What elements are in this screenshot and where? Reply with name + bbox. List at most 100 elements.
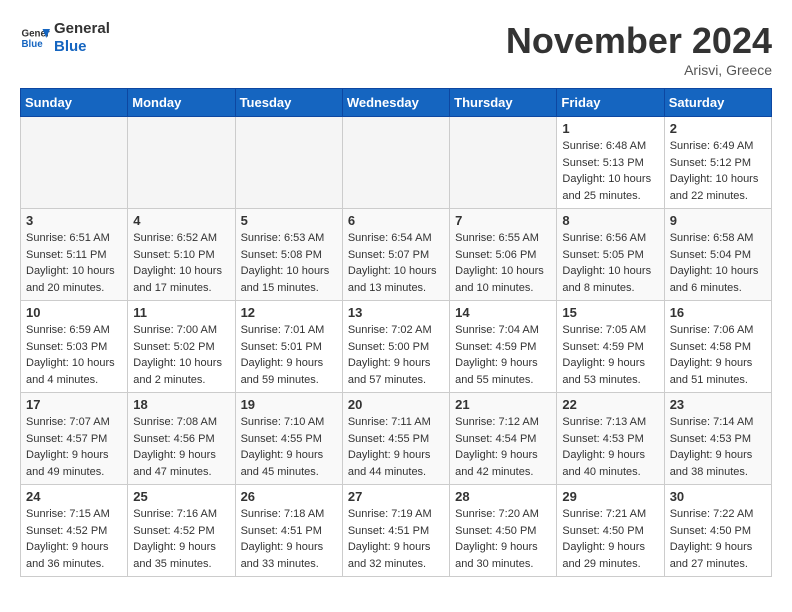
day-info: Sunrise: 7:13 AM Sunset: 4:53 PM Dayligh…: [562, 414, 658, 480]
location-label: Arisvi, Greece: [506, 62, 772, 78]
calendar-cell: 23Sunrise: 7:14 AM Sunset: 4:53 PM Dayli…: [664, 393, 771, 485]
calendar-cell: [235, 117, 342, 209]
weekday-header-row: SundayMondayTuesdayWednesdayThursdayFrid…: [21, 89, 772, 117]
day-info: Sunrise: 6:52 AM Sunset: 5:10 PM Dayligh…: [133, 230, 229, 296]
day-number: 11: [133, 305, 229, 320]
calendar-week-4: 17 Sunrise: 7:07 AM Sunset: 4:57 PM Dayli…: [21, 393, 772, 485]
calendar-cell: 11 Sunrise: 7:00 AM Sunset: 5:02 PM Dayli…: [128, 301, 235, 393]
day-info: Sunrise: 6:51 AM Sunset: 5:11 PM Dayligh…: [26, 230, 122, 296]
weekday-header-monday: Monday: [128, 89, 235, 117]
calendar-cell: 18 Sunrise: 7:08 AM Sunset: 4:56 PM Dayli…: [128, 393, 235, 485]
day-info: Sunrise: 7:16 AM Sunset: 4:52 PM Dayligh…: [133, 506, 229, 572]
day-number: 2: [670, 121, 766, 136]
day-number: 29: [562, 489, 658, 504]
day-number: 12: [241, 305, 337, 320]
day-info: Sunrise: 7:05 AM Sunset: 4:59 PM Dayligh…: [562, 322, 658, 388]
calendar-table: SundayMondayTuesdayWednesdayThursdayFrid…: [20, 88, 772, 577]
day-number: 28: [455, 489, 551, 504]
calendar-cell: 5 Sunrise: 6:53 AM Sunset: 5:08 PM Daylig…: [235, 209, 342, 301]
day-info: Sunrise: 7:14 AM Sunset: 4:53 PM Dayligh…: [670, 414, 766, 480]
day-number: 13: [348, 305, 444, 320]
calendar-cell: 21Sunrise: 7:12 AM Sunset: 4:54 PM Dayli…: [450, 393, 557, 485]
day-info: Sunrise: 7:00 AM Sunset: 5:02 PM Dayligh…: [133, 322, 229, 388]
day-number: 5: [241, 213, 337, 228]
day-info: Sunrise: 7:02 AM Sunset: 5:00 PM Dayligh…: [348, 322, 444, 388]
calendar-week-3: 10 Sunrise: 6:59 AM Sunset: 5:03 PM Dayli…: [21, 301, 772, 393]
day-info: Sunrise: 7:04 AM Sunset: 4:59 PM Dayligh…: [455, 322, 551, 388]
day-number: 22: [562, 397, 658, 412]
weekday-header-tuesday: Tuesday: [235, 89, 342, 117]
calendar-cell: 3 Sunrise: 6:51 AM Sunset: 5:11 PM Daylig…: [21, 209, 128, 301]
calendar-cell: 17 Sunrise: 7:07 AM Sunset: 4:57 PM Dayli…: [21, 393, 128, 485]
calendar-week-5: 24 Sunrise: 7:15 AM Sunset: 4:52 PM Dayli…: [21, 485, 772, 577]
weekday-header-sunday: Sunday: [21, 89, 128, 117]
day-info: Sunrise: 7:11 AM Sunset: 4:55 PM Dayligh…: [348, 414, 444, 480]
calendar-cell: 2 Sunrise: 6:49 AM Sunset: 5:12 PM Daylig…: [664, 117, 771, 209]
day-number: 18: [133, 397, 229, 412]
day-info: Sunrise: 6:54 AM Sunset: 5:07 PM Dayligh…: [348, 230, 444, 296]
calendar-cell: 13 Sunrise: 7:02 AM Sunset: 5:00 PM Dayli…: [342, 301, 449, 393]
day-number: 26: [241, 489, 337, 504]
calendar-week-1: 1 Sunrise: 6:48 AM Sunset: 5:13 PM Daylig…: [21, 117, 772, 209]
day-number: 1: [562, 121, 658, 136]
day-info: Sunrise: 7:15 AM Sunset: 4:52 PM Dayligh…: [26, 506, 122, 572]
calendar-cell: 12Sunrise: 7:01 AM Sunset: 5:01 PM Dayli…: [235, 301, 342, 393]
calendar-cell: 28Sunrise: 7:20 AM Sunset: 4:50 PM Dayli…: [450, 485, 557, 577]
day-number: 3: [26, 213, 122, 228]
calendar-cell: 24 Sunrise: 7:15 AM Sunset: 4:52 PM Dayli…: [21, 485, 128, 577]
logo: General Blue General Blue: [20, 20, 110, 56]
day-info: Sunrise: 6:59 AM Sunset: 5:03 PM Dayligh…: [26, 322, 122, 388]
title-section: November 2024 Arisvi, Greece: [506, 20, 772, 78]
calendar-cell: 6 Sunrise: 6:54 AM Sunset: 5:07 PM Daylig…: [342, 209, 449, 301]
day-info: Sunrise: 6:55 AM Sunset: 5:06 PM Dayligh…: [455, 230, 551, 296]
day-number: 16: [670, 305, 766, 320]
day-info: Sunrise: 7:06 AM Sunset: 4:58 PM Dayligh…: [670, 322, 766, 388]
logo-blue: Blue: [54, 38, 110, 56]
day-number: 19: [241, 397, 337, 412]
weekday-header-saturday: Saturday: [664, 89, 771, 117]
day-info: Sunrise: 6:48 AM Sunset: 5:13 PM Dayligh…: [562, 138, 658, 204]
calendar-cell: 10 Sunrise: 6:59 AM Sunset: 5:03 PM Dayli…: [21, 301, 128, 393]
calendar-cell: [450, 117, 557, 209]
page-header: General Blue General Blue November 2024 …: [20, 20, 772, 78]
svg-text:Blue: Blue: [22, 39, 44, 50]
calendar-cell: 8 Sunrise: 6:56 AM Sunset: 5:05 PM Daylig…: [557, 209, 664, 301]
day-info: Sunrise: 6:49 AM Sunset: 5:12 PM Dayligh…: [670, 138, 766, 204]
day-info: Sunrise: 7:19 AM Sunset: 4:51 PM Dayligh…: [348, 506, 444, 572]
calendar-cell: [128, 117, 235, 209]
day-info: Sunrise: 7:18 AM Sunset: 4:51 PM Dayligh…: [241, 506, 337, 572]
calendar-cell: 14 Sunrise: 7:04 AM Sunset: 4:59 PM Dayli…: [450, 301, 557, 393]
calendar-cell: 4 Sunrise: 6:52 AM Sunset: 5:10 PM Daylig…: [128, 209, 235, 301]
day-number: 14: [455, 305, 551, 320]
calendar-cell: 30Sunrise: 7:22 AM Sunset: 4:50 PM Dayli…: [664, 485, 771, 577]
day-number: 9: [670, 213, 766, 228]
day-info: Sunrise: 7:07 AM Sunset: 4:57 PM Dayligh…: [26, 414, 122, 480]
calendar-cell: 25 Sunrise: 7:16 AM Sunset: 4:52 PM Dayli…: [128, 485, 235, 577]
calendar-cell: 15 Sunrise: 7:05 AM Sunset: 4:59 PM Dayli…: [557, 301, 664, 393]
day-number: 10: [26, 305, 122, 320]
calendar-cell: 1 Sunrise: 6:48 AM Sunset: 5:13 PM Daylig…: [557, 117, 664, 209]
day-number: 20: [348, 397, 444, 412]
day-number: 27: [348, 489, 444, 504]
calendar-cell: [342, 117, 449, 209]
day-number: 24: [26, 489, 122, 504]
weekday-header-friday: Friday: [557, 89, 664, 117]
logo-general: General: [54, 20, 110, 38]
day-info: Sunrise: 7:08 AM Sunset: 4:56 PM Dayligh…: [133, 414, 229, 480]
day-info: Sunrise: 7:12 AM Sunset: 4:54 PM Dayligh…: [455, 414, 551, 480]
day-number: 6: [348, 213, 444, 228]
day-number: 17: [26, 397, 122, 412]
day-number: 15: [562, 305, 658, 320]
calendar-cell: 27 Sunrise: 7:19 AM Sunset: 4:51 PM Dayli…: [342, 485, 449, 577]
day-info: Sunrise: 6:56 AM Sunset: 5:05 PM Dayligh…: [562, 230, 658, 296]
month-title: November 2024: [506, 20, 772, 62]
day-info: Sunrise: 6:53 AM Sunset: 5:08 PM Dayligh…: [241, 230, 337, 296]
day-number: 7: [455, 213, 551, 228]
day-info: Sunrise: 6:58 AM Sunset: 5:04 PM Dayligh…: [670, 230, 766, 296]
day-number: 25: [133, 489, 229, 504]
calendar-week-2: 3 Sunrise: 6:51 AM Sunset: 5:11 PM Daylig…: [21, 209, 772, 301]
calendar-cell: 19Sunrise: 7:10 AM Sunset: 4:55 PM Dayli…: [235, 393, 342, 485]
calendar-cell: 29Sunrise: 7:21 AM Sunset: 4:50 PM Dayli…: [557, 485, 664, 577]
day-number: 8: [562, 213, 658, 228]
day-number: 4: [133, 213, 229, 228]
